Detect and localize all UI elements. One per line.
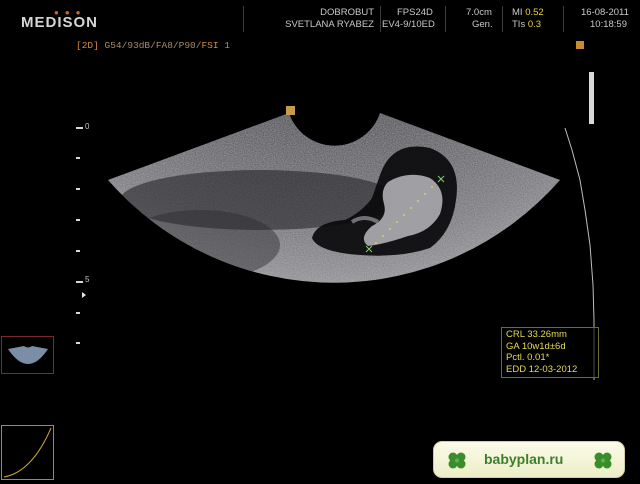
depth-tick-major [76,127,83,129]
depth-tick [76,188,80,190]
crl-measurement: CRL 33.26mm [506,329,567,340]
depth-label-5: 5 [85,275,90,284]
ga-measurement: GA 10w1d±6d [506,340,566,352]
ultrasound-screen: ●●● MEDISON DOBROBUT SVETLANA RYABEZ FPS… [0,0,640,480]
gamma-curve-thumbnail[interactable] [1,425,54,480]
percentile-measurement: Pctl. 0.01* [506,352,550,363]
gamma-curve-icon [3,427,52,478]
depth-tick [76,342,80,344]
depth-label-0: 0 [85,122,90,131]
edd-measurement: EDD 12-03-2012 [506,363,578,375]
sector-thumbnail-icon [8,346,48,364]
focus-arrow-icon [82,292,86,298]
depth-tick [76,312,80,314]
ultrasound-sector-image [108,72,595,380]
focus-marker-icon [286,106,295,115]
depth-tick [76,250,80,252]
probe-orientation-thumbnail[interactable] [1,336,54,374]
watermark-banner: babyplan.ru [433,441,625,478]
gray-scale-bar [589,72,594,124]
depth-tick-major [76,281,83,283]
clover-icon [448,452,466,469]
depth-tick [76,219,80,221]
measurement-panel: CRL 33.26mm GA 10w1d±6d Pctl. 0.01* EDD … [501,327,599,378]
watermark-text: babyplan.ru [484,451,564,467]
depth-tick [76,157,80,159]
clover-icon [594,452,612,469]
